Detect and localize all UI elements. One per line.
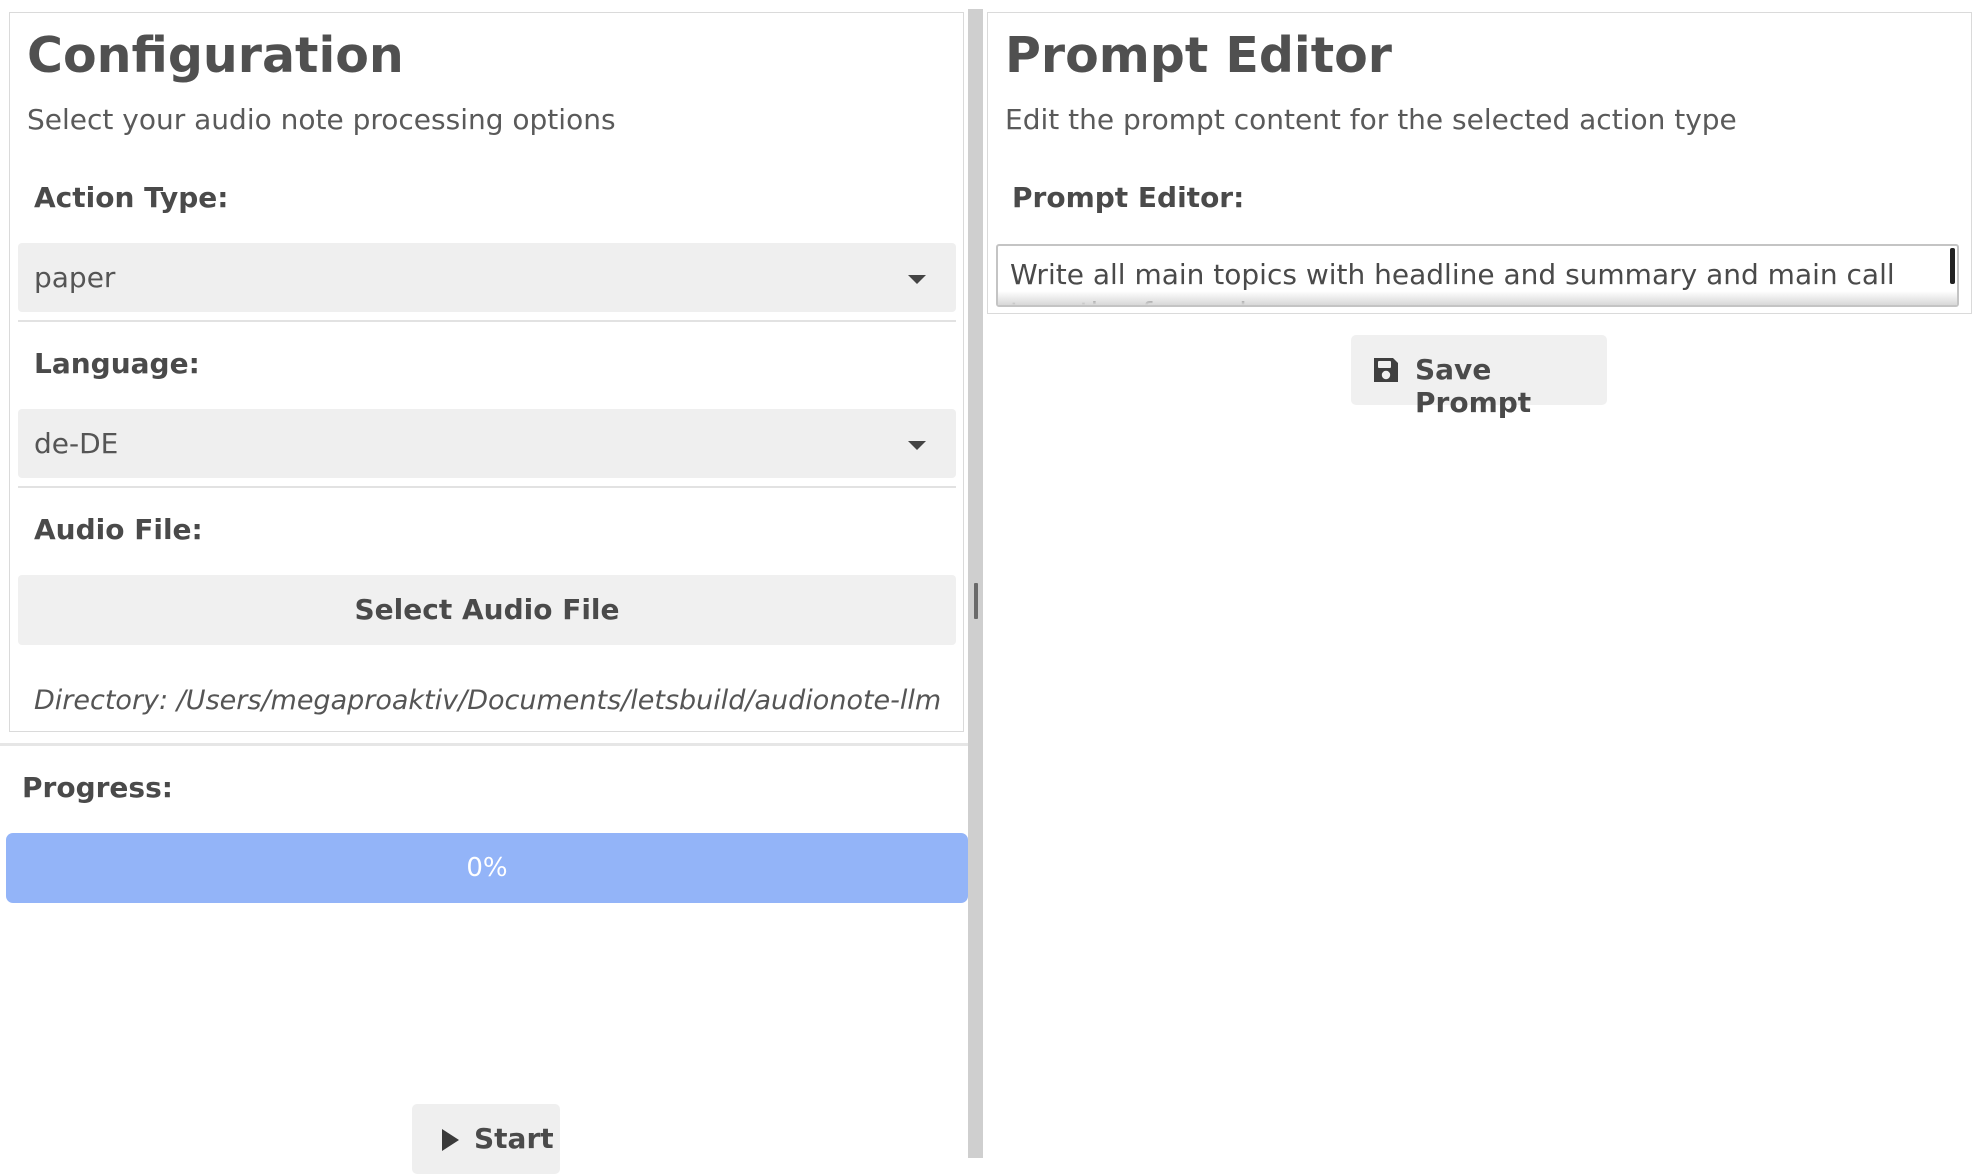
floppy-disk-icon [1374, 358, 1398, 382]
action-type-label: Action Type: [34, 181, 229, 214]
prompt-editor-subtitle: Edit the prompt content for the selected… [1005, 103, 1737, 136]
left-pane: Configuration Select your audio note pro… [0, 0, 968, 1174]
textarea-scrollbar[interactable] [1950, 248, 1955, 284]
progress-bar: 0% [6, 833, 968, 903]
pane-splitter[interactable] [968, 9, 983, 1158]
play-icon [442, 1129, 459, 1151]
audio-file-label: Audio File: [34, 513, 203, 546]
prompt-editor-title: Prompt Editor [1005, 27, 1392, 84]
chevron-down-icon [908, 275, 926, 284]
start-button[interactable]: Start [412, 1104, 560, 1174]
action-type-value: paper [34, 261, 116, 294]
action-type-select[interactable]: paper [18, 243, 956, 312]
prompt-editor-label: Prompt Editor: [1012, 181, 1245, 214]
progress-percentage: 0% [466, 853, 508, 883]
configuration-subtitle: Select your audio note processing option… [27, 103, 616, 136]
divider [18, 486, 956, 488]
splitter-handle[interactable] [974, 583, 978, 619]
select-audio-file-button[interactable]: Select Audio File [18, 575, 956, 645]
chevron-down-icon [908, 441, 926, 450]
start-button-label: Start [474, 1122, 554, 1155]
directory-path: Directory: /Users/megaproaktiv/Documents… [34, 685, 942, 716]
divider [18, 320, 956, 322]
progress-label: Progress: [22, 771, 173, 804]
right-pane: Prompt Editor Edit the prompt content fo… [983, 0, 1980, 1158]
language-select[interactable]: de-DE [18, 409, 956, 478]
section-divider [0, 743, 968, 746]
save-prompt-button[interactable]: Save Prompt [1351, 335, 1607, 419]
save-prompt-label: Save Prompt [1415, 353, 1532, 419]
prompt-editor-panel: Prompt Editor Edit the prompt content fo… [987, 12, 1972, 314]
language-value: de-DE [34, 427, 119, 460]
configuration-panel: Configuration Select your audio note pro… [9, 12, 964, 732]
prompt-textarea[interactable]: Write all main topics with headline and … [996, 244, 1959, 307]
language-label: Language: [34, 347, 200, 380]
textarea-fade [998, 291, 1957, 305]
configuration-title: Configuration [27, 27, 404, 84]
